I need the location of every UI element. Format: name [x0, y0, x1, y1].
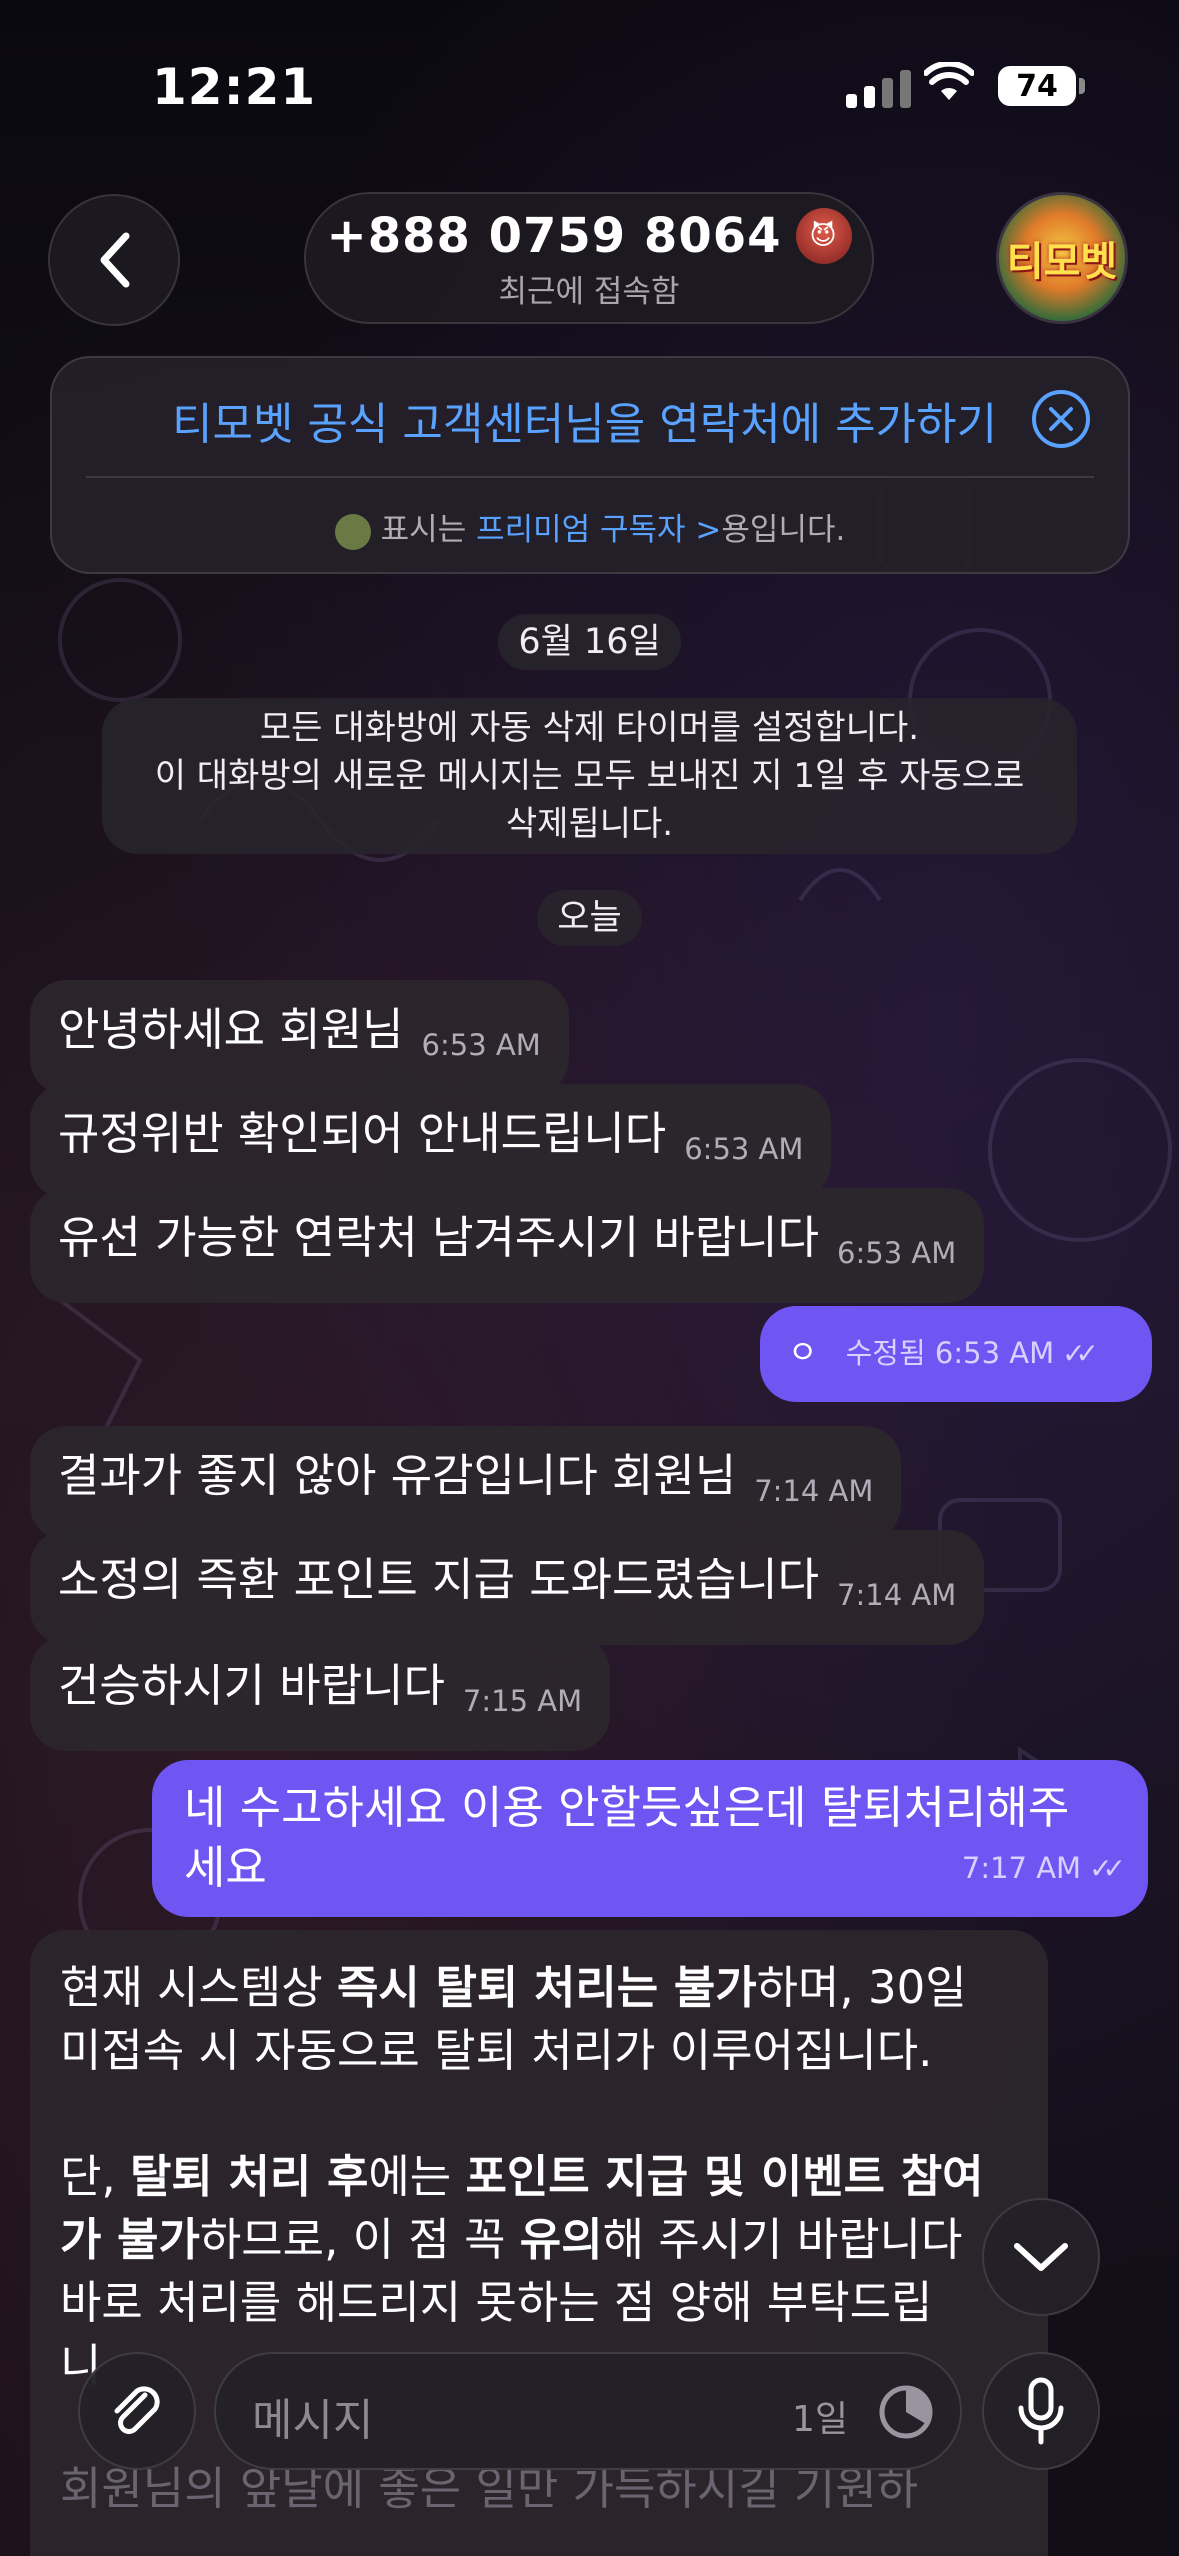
message-time: 6:53 AM	[934, 1336, 1055, 1370]
message-time: 7:14 AM	[837, 1578, 957, 1612]
chat-title[interactable]: +888 0759 8064 😈 최근에 접속함	[304, 192, 874, 324]
add-contact-link[interactable]: 티모벳 공식 고객센터님을 연락처에 추가하기	[172, 388, 997, 452]
premium-suffix: 용입니다.	[721, 512, 846, 548]
voice-record-button[interactable]	[982, 2352, 1100, 2470]
chevron-down-icon	[1014, 2243, 1068, 2271]
auto-delete-timer-label[interactable]: 1일	[792, 2390, 848, 2442]
double-check-icon: ✓✓	[1062, 1337, 1099, 1370]
battery-tip	[1079, 78, 1085, 94]
edited-label: 수정됨	[845, 1336, 926, 1370]
date-separator: 6월 16일	[0, 614, 1179, 670]
double-check-icon: ✓✓	[1089, 1852, 1126, 1885]
message-input-placeholder: 메시지	[252, 2395, 374, 2446]
scroll-down-button[interactable]	[982, 2198, 1100, 2316]
avatar[interactable]: 티모벳	[996, 192, 1128, 324]
message-time: 7:15 AM	[462, 1684, 583, 1718]
chat-name: +888 0759 8064	[326, 208, 782, 264]
chat-last-seen: 최근에 접속함	[498, 274, 680, 310]
message-outgoing[interactable]: 네 수고하세요 이용 안할듯싶은데 탈퇴처리해주 세요 7:17 AM ✓✓	[152, 1760, 1148, 1917]
emoji-status-icon: 😈	[795, 208, 852, 264]
date-separator: 오늘	[0, 890, 1179, 946]
premium-link[interactable]: 프리미엄 구독자 >	[476, 512, 721, 548]
back-button[interactable]	[48, 194, 180, 326]
message-incoming[interactable]: 결과가 좋지 않아 유감입니다 회원님 7:14 AM	[30, 1426, 902, 1541]
message-incoming[interactable]: 건승하시기 바랍니다 7:15 AM	[30, 1636, 611, 1751]
avatar-logo-text: 티모벳	[1006, 239, 1118, 285]
premium-note: 표시는 프리미엄 구독자 >용입니다.	[52, 504, 1128, 550]
close-banner-button[interactable]	[1032, 390, 1090, 448]
close-circle-icon	[1049, 407, 1073, 431]
message-incoming[interactable]: 규정위반 확인되어 안내드립니다 6:53 AM	[30, 1084, 832, 1199]
auto-delete-notice: 모든 대화방에 자동 삭제 타이머를 설정합니다. 이 대화방의 새로운 메시지…	[102, 698, 1077, 854]
cellular-signal-icon	[846, 70, 911, 108]
add-contact-banner: 티모벳 공식 고객센터님을 연락처에 추가하기 표시는 프리미엄 구독자 >용입…	[50, 356, 1130, 574]
message-time: 7:14 AM	[754, 1474, 874, 1508]
attach-button[interactable]	[78, 2352, 196, 2470]
message-outgoing[interactable]: ㅇ 수정됨 6:53 AM ✓✓	[760, 1306, 1152, 1402]
timer-icon[interactable]	[876, 2382, 936, 2442]
banner-divider	[86, 476, 1094, 478]
message-time: 7:17 AM	[961, 1851, 1082, 1885]
message-incoming[interactable]: 안녕하세요 회원님 6:53 AM	[30, 980, 569, 1095]
status-time: 12:21	[152, 58, 317, 116]
back-chevron-icon	[100, 232, 130, 288]
message-input[interactable]: 메시지 1일	[214, 2352, 962, 2470]
status-bar: 12:21 74	[0, 0, 1179, 170]
battery-icon: 74	[998, 66, 1076, 106]
message-incoming[interactable]: 소정의 즉환 포인트 지급 도와드렸습니다 7:14 AM	[30, 1530, 985, 1645]
message-time: 6:53 AM	[837, 1236, 957, 1270]
premium-prefix: 표시는	[380, 512, 467, 548]
premium-emoji-icon	[334, 513, 371, 550]
message-time: 6:53 AM	[421, 1028, 541, 1062]
message-incoming[interactable]: 유선 가능한 연락처 남겨주시기 바랍니다 6:53 AM	[30, 1188, 985, 1303]
microphone-icon	[1018, 2377, 1064, 2445]
chat-name-row: +888 0759 8064 😈	[306, 208, 872, 264]
message-time: 6:53 AM	[684, 1132, 804, 1166]
paperclip-icon	[114, 2386, 160, 2434]
wifi-icon	[924, 62, 974, 100]
